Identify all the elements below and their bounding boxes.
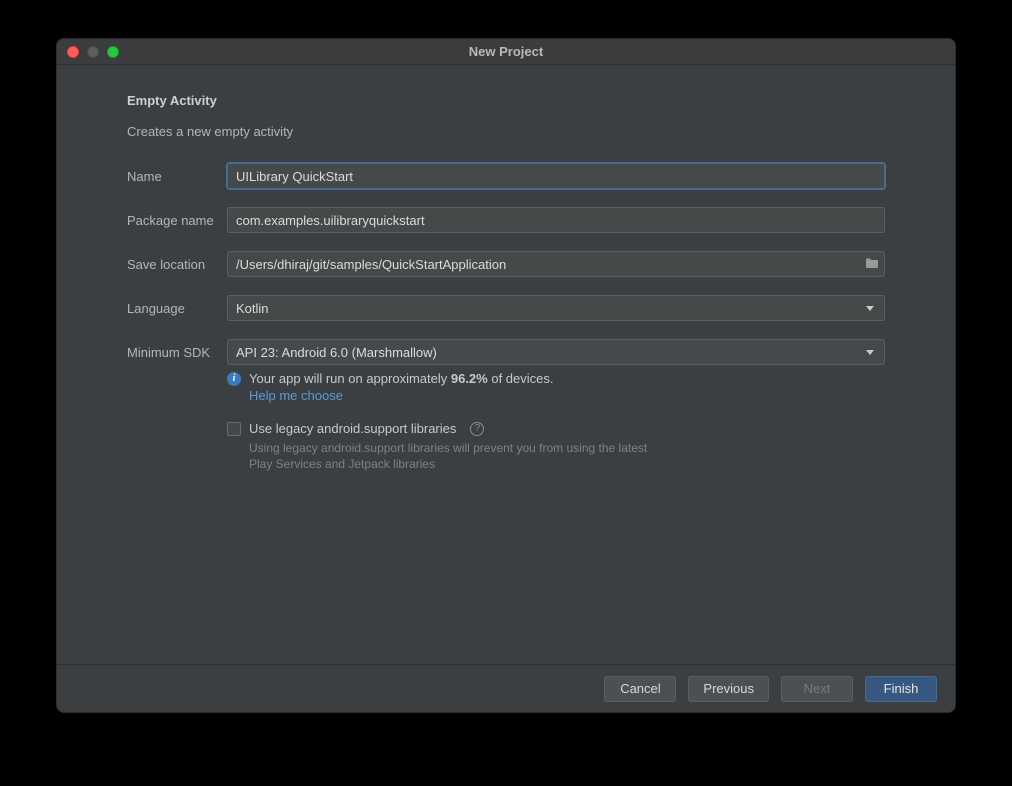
titlebar: New Project [57, 39, 955, 65]
previous-button[interactable]: Previous [688, 676, 769, 702]
legacy-support-label: Use legacy android.support libraries [249, 421, 456, 436]
minsdk-value: API 23: Android 6.0 (Marshmallow) [236, 345, 437, 360]
page-heading: Empty Activity [127, 93, 885, 108]
minsdk-select[interactable]: API 23: Android 6.0 (Marshmallow) [227, 339, 885, 365]
next-button: Next [781, 676, 853, 702]
legacy-support-help: Using legacy android.support libraries w… [249, 441, 669, 472]
package-label: Package name [127, 213, 227, 228]
minsdk-label: Minimum SDK [127, 345, 227, 360]
name-label: Name [127, 169, 227, 184]
language-label: Language [127, 301, 227, 316]
save-location-input[interactable] [227, 251, 885, 277]
help-icon[interactable]: ? [470, 422, 484, 436]
page-subtitle: Creates a new empty activity [127, 124, 885, 139]
chevron-down-icon [866, 306, 874, 311]
package-input[interactable] [227, 207, 885, 233]
legacy-support-checkbox[interactable] [227, 422, 241, 436]
new-project-dialog: New Project Empty Activity Creates a new… [56, 38, 956, 713]
save-location-label: Save location [127, 257, 227, 272]
help-me-choose-link[interactable]: Help me choose [249, 388, 343, 403]
cancel-button[interactable]: Cancel [604, 676, 676, 702]
device-coverage-info: i Your app will run on approximately 96.… [227, 371, 885, 386]
dialog-footer: Cancel Previous Next Finish [57, 664, 955, 712]
coverage-percent: 96.2% [451, 371, 488, 386]
language-select[interactable]: Kotlin [227, 295, 885, 321]
language-value: Kotlin [236, 301, 269, 316]
info-icon: i [227, 372, 241, 386]
finish-button[interactable]: Finish [865, 676, 937, 702]
chevron-down-icon [866, 350, 874, 355]
name-input[interactable] [227, 163, 885, 189]
dialog-content: Empty Activity Creates a new empty activ… [57, 65, 955, 664]
window-title: New Project [57, 44, 955, 59]
